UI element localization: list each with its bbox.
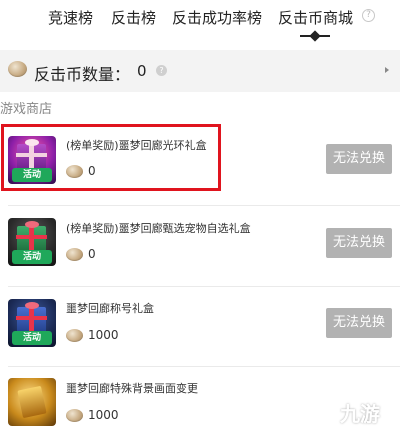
watermark: 九游	[300, 392, 396, 432]
coin-icon	[66, 409, 83, 422]
item-name: (榜单奖励)噩梦回廊甄选宠物自选礼盒	[66, 222, 251, 235]
item-price: 1000	[88, 328, 119, 342]
tab-counter-coin-shop[interactable]: 反击币商城	[278, 7, 353, 28]
coin-balance-label: 反击币数量：	[34, 65, 131, 84]
highlight-box	[1, 124, 221, 191]
coin-balance-count: 0	[137, 62, 147, 80]
gold-item-icon	[8, 378, 56, 426]
coin-icon	[8, 61, 27, 77]
redeem-button[interactable]: 无法兑换	[326, 308, 392, 338]
shop-item: 活动 噩梦回廊称号礼盒 1000 无法兑换	[0, 290, 400, 372]
item-price: 0	[88, 247, 96, 261]
chevron-right-icon	[385, 67, 389, 73]
9game-logo-icon	[306, 395, 334, 423]
item-name: 噩梦回廊特殊背景画面变更	[66, 382, 198, 395]
coin-icon	[66, 248, 83, 261]
event-tag: 活动	[12, 331, 52, 345]
green-gift-box-icon: 活动	[8, 218, 56, 266]
item-name: 噩梦回廊称号礼盒	[66, 302, 154, 315]
coin-icon	[66, 329, 83, 342]
blue-gift-box-icon: 活动	[8, 299, 56, 347]
event-tag: 活动	[12, 250, 52, 264]
redeem-button[interactable]: 无法兑换	[326, 144, 392, 174]
coin-balance-bar[interactable]: 反击币数量： 0 ?	[0, 50, 400, 92]
item-price: 1000	[88, 408, 119, 422]
help-icon[interactable]: ?	[362, 9, 375, 22]
redeem-button[interactable]: 无法兑换	[326, 228, 392, 258]
question-icon[interactable]: ?	[156, 65, 167, 76]
tab-counter-ranking[interactable]: 反击榜	[111, 7, 156, 28]
section-title: 游戏商店	[0, 102, 53, 117]
active-tab-indicator-diamond	[309, 30, 321, 42]
watermark-text: 九游	[340, 402, 380, 426]
tab-counter-success-rate-ranking[interactable]: 反击成功率榜	[172, 7, 262, 28]
divider	[8, 286, 400, 287]
divider	[8, 366, 400, 367]
divider	[8, 205, 400, 206]
tab-bar: 竞速榜 反击榜 反击成功率榜 反击币商城 ?	[0, 0, 400, 46]
tab-speed-ranking[interactable]: 竞速榜	[48, 7, 93, 28]
shop-item: 活动 (榜单奖励)噩梦回廊甄选宠物自选礼盒 0 无法兑换	[0, 208, 400, 290]
